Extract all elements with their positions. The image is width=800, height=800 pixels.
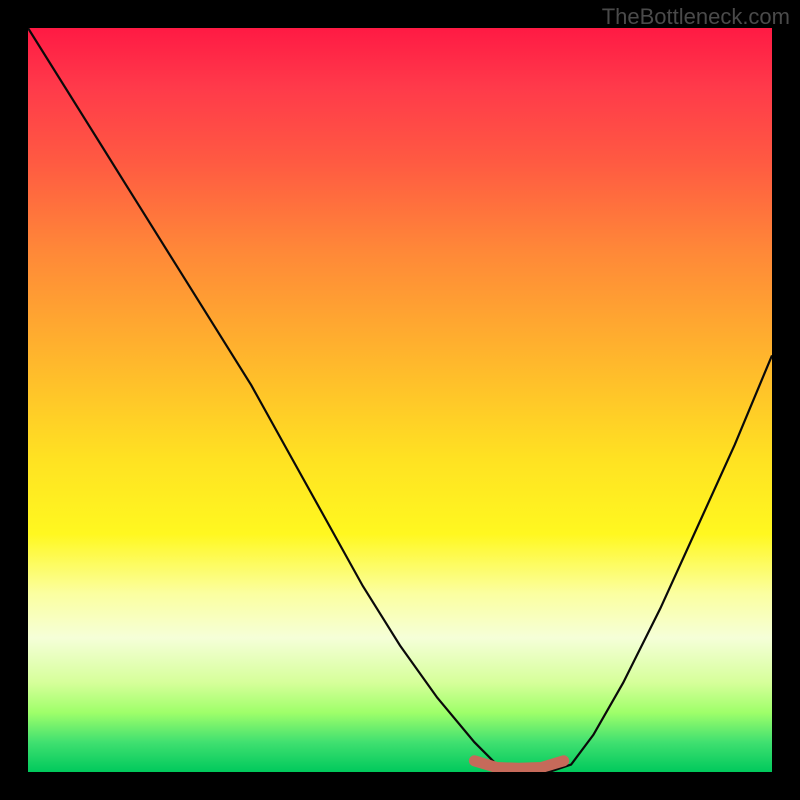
optimal-range-marker [474,761,563,769]
plot-area [28,28,772,772]
chart-svg [28,28,772,772]
chart-frame: TheBottleneck.com [0,0,800,800]
watermark-text: TheBottleneck.com [602,4,790,30]
bottleneck-curve [28,28,772,772]
